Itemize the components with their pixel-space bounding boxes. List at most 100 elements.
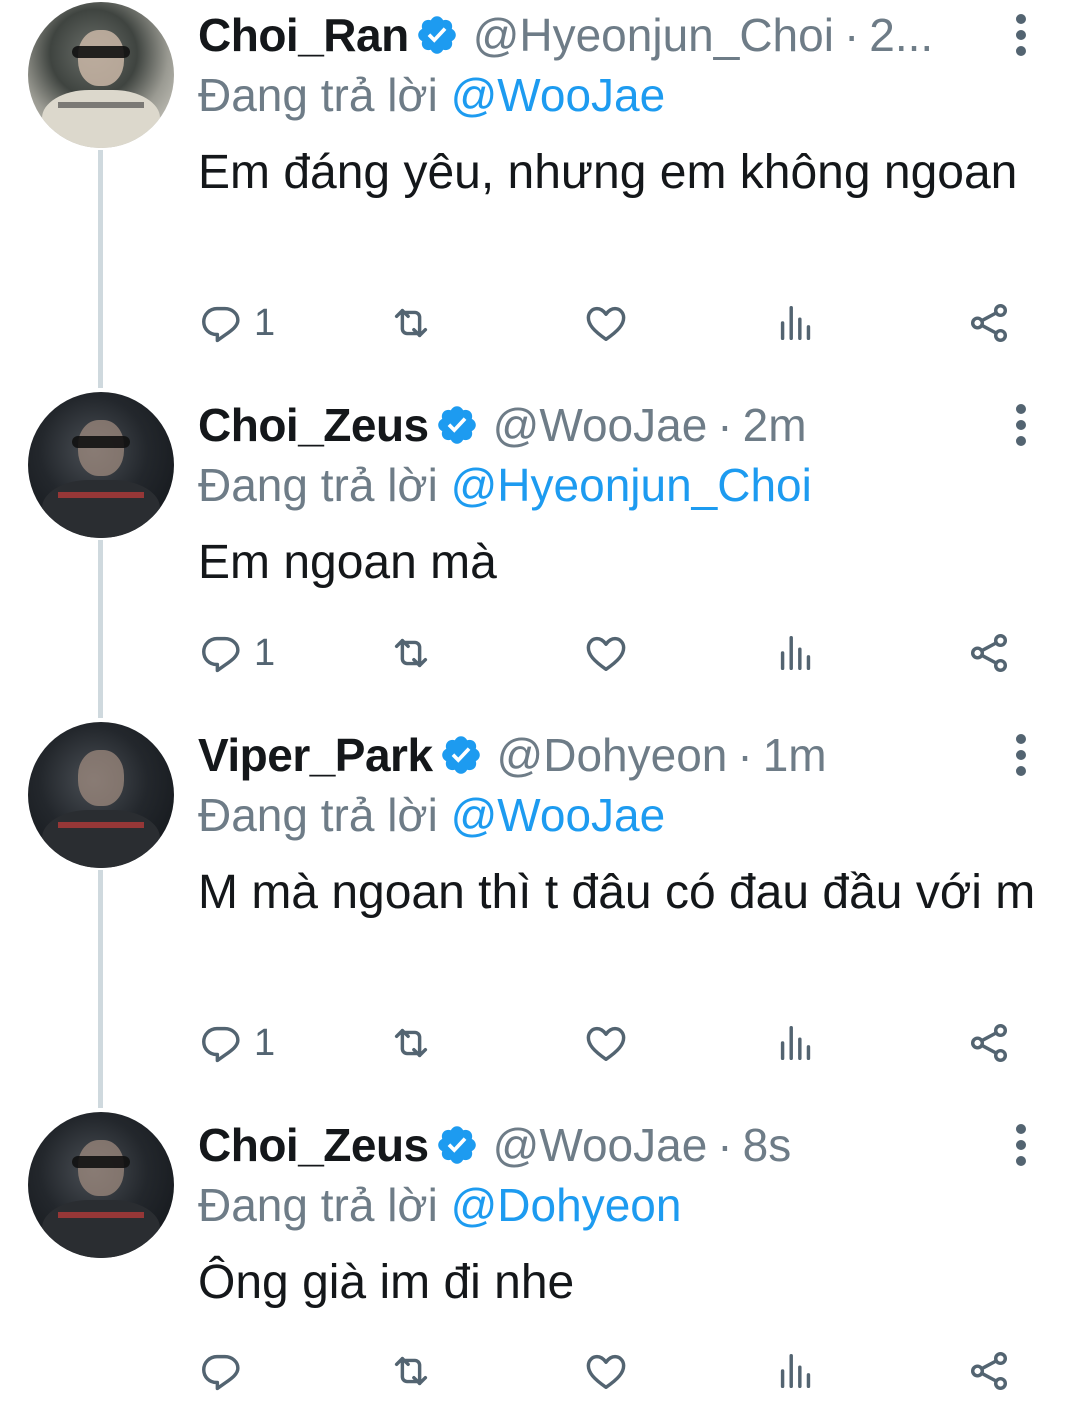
- like-button[interactable]: [583, 298, 629, 348]
- user-handle[interactable]: @Hyeonjun_Choi: [473, 8, 834, 62]
- conversation-thread: Choi_Ran @Hyeonjun_Choi · 2... Đang trả …: [0, 0, 1080, 1402]
- reply-button[interactable]: 1: [198, 1018, 275, 1068]
- avatar[interactable]: [28, 722, 174, 868]
- tweet-text: Em ngoan mà: [198, 536, 497, 589]
- analytics-icon: [780, 1353, 811, 1389]
- share-icon: [970, 634, 1008, 672]
- reply-count: 1: [254, 301, 276, 344]
- replying-to: Đang trả lời @WooJae: [198, 788, 665, 842]
- tweet-text: Em đáng yêu, nhưng em không ngoan: [198, 146, 1018, 199]
- reply-count: 1: [254, 631, 276, 674]
- separator: ·: [717, 399, 733, 451]
- share-icon: [970, 304, 1008, 342]
- retweet-button[interactable]: [388, 628, 434, 678]
- mention-link[interactable]: @WooJae: [451, 789, 666, 841]
- like-button[interactable]: [583, 1346, 629, 1396]
- replying-to: Đang trả lời @WooJae: [198, 68, 665, 122]
- display-name[interactable]: Viper_Park: [198, 728, 433, 782]
- more-vertical-icon[interactable]: [1004, 400, 1038, 450]
- verified-badge-icon: [437, 1126, 476, 1164]
- replying-to-label: Đang trả lời: [198, 69, 438, 121]
- analytics-icon: [780, 305, 811, 341]
- display-name[interactable]: Choi_Zeus: [198, 1118, 429, 1172]
- like-button[interactable]: [583, 628, 629, 678]
- separator: ·: [737, 729, 753, 781]
- more-vertical-icon[interactable]: [1004, 730, 1038, 780]
- reply-icon: [202, 306, 240, 343]
- replying-to: Đang trả lời @Hyeonjun_Choi: [198, 458, 812, 512]
- separator: ·: [717, 1119, 733, 1171]
- tweet[interactable]: Viper_Park @Dohyeon · 1m Đang trả lời @W…: [0, 720, 1080, 1110]
- reply-button[interactable]: 1: [198, 298, 275, 348]
- verified-badge-icon: [437, 406, 476, 444]
- separator: ·: [843, 9, 860, 61]
- share-icon: [970, 1352, 1008, 1390]
- reply-button[interactable]: [198, 1346, 254, 1396]
- reply-icon: [202, 1354, 240, 1391]
- retweet-button[interactable]: [388, 1018, 434, 1068]
- timestamp[interactable]: 2m: [743, 398, 807, 452]
- user-handle[interactable]: @WooJae: [493, 1118, 708, 1172]
- replying-to: Đang trả lời @Dohyeon: [198, 1178, 681, 1232]
- analytics-icon: [780, 1025, 811, 1061]
- timestamp[interactable]: 2...: [869, 8, 933, 62]
- verified-badge-icon: [417, 16, 456, 54]
- analytics-button[interactable]: [773, 1346, 819, 1396]
- tweet[interactable]: Choi_Zeus @WooJae · 2m Đang trả lời @Hye…: [0, 390, 1080, 720]
- tweet-text: Ông già im đi nhe: [198, 1256, 575, 1309]
- action-bar: 1: [198, 1018, 1018, 1068]
- mention-link[interactable]: @Dohyeon: [451, 1179, 682, 1231]
- tweet[interactable]: Choi_Ran @Hyeonjun_Choi · 2... Đang trả …: [0, 0, 1080, 390]
- analytics-button[interactable]: [773, 628, 819, 678]
- more-vertical-icon[interactable]: [1004, 10, 1038, 60]
- analytics-button[interactable]: [773, 298, 819, 348]
- avatar[interactable]: [28, 392, 174, 538]
- verified-badge-icon: [441, 736, 480, 774]
- heart-icon: [586, 1354, 626, 1390]
- share-button[interactable]: [966, 1346, 1012, 1396]
- reply-count: 1: [254, 1021, 276, 1064]
- share-button[interactable]: [966, 628, 1012, 678]
- retweet-icon: [394, 308, 428, 338]
- mention-link[interactable]: @WooJae: [451, 69, 666, 121]
- tweet[interactable]: Choi_Zeus @WooJae · 8s Đang trả lời @Doh…: [0, 1110, 1080, 1402]
- heart-icon: [586, 1026, 626, 1062]
- user-handle[interactable]: @Dohyeon: [497, 728, 728, 782]
- retweet-icon: [394, 1356, 428, 1386]
- analytics-icon: [780, 635, 811, 671]
- heart-icon: [586, 306, 626, 342]
- tweet-header: Viper_Park @Dohyeon · 1m: [198, 722, 998, 788]
- share-button[interactable]: [966, 298, 1012, 348]
- share-icon: [970, 1024, 1008, 1062]
- avatar[interactable]: [28, 1112, 174, 1258]
- timestamp[interactable]: 8s: [743, 1118, 792, 1172]
- display-name[interactable]: Choi_Zeus: [198, 398, 429, 452]
- replying-to-label: Đang trả lời: [198, 789, 438, 841]
- action-bar: 1: [198, 628, 1018, 678]
- tweet-text: M mà ngoan thì t đâu có đau đầu với m: [198, 866, 1036, 919]
- action-bar: 1: [198, 298, 1018, 348]
- tweet-header: Choi_Ran @Hyeonjun_Choi · 2...: [198, 2, 998, 68]
- tweet-header: Choi_Zeus @WooJae · 2m: [198, 392, 998, 458]
- reply-icon: [202, 636, 240, 673]
- retweet-button[interactable]: [388, 298, 434, 348]
- reply-icon: [202, 1026, 240, 1063]
- timestamp[interactable]: 1m: [763, 728, 827, 782]
- replying-to-label: Đang trả lời: [198, 459, 438, 511]
- analytics-button[interactable]: [773, 1018, 819, 1068]
- action-bar: [198, 1346, 1018, 1396]
- retweet-button[interactable]: [388, 1346, 434, 1396]
- user-handle[interactable]: @WooJae: [493, 398, 708, 452]
- retweet-icon: [394, 1028, 428, 1058]
- like-button[interactable]: [583, 1018, 629, 1068]
- avatar[interactable]: [28, 2, 174, 148]
- replying-to-label: Đang trả lời: [198, 1179, 438, 1231]
- display-name[interactable]: Choi_Ran: [198, 8, 409, 62]
- more-vertical-icon[interactable]: [1004, 1120, 1038, 1170]
- tweet-header: Choi_Zeus @WooJae · 8s: [198, 1112, 998, 1178]
- reply-button[interactable]: 1: [198, 628, 275, 678]
- heart-icon: [586, 636, 626, 672]
- mention-link[interactable]: @Hyeonjun_Choi: [451, 459, 812, 511]
- share-button[interactable]: [966, 1018, 1012, 1068]
- retweet-icon: [394, 638, 428, 668]
